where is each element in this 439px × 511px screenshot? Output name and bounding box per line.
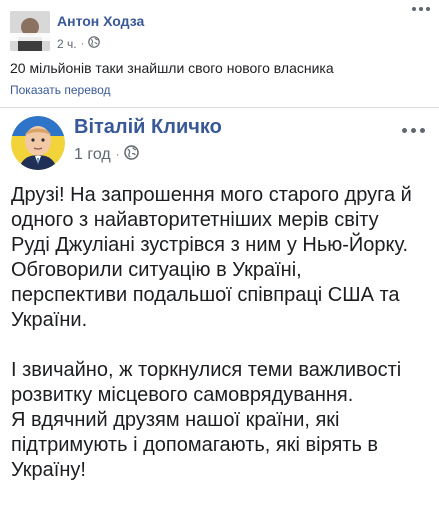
shared-post-text: Друзі! На запрошення мого старого друга … <box>11 183 435 508</box>
post-paragraph: І звичайно, ж торкнулися теми важливості… <box>11 358 435 483</box>
shared-author-avatar-image <box>11 116 65 170</box>
author-avatar[interactable] <box>10 11 50 51</box>
post-header: Антон Ходза 2 ч. · <box>0 0 439 58</box>
text-line: Я вдячний друзям нашої країни, які <box>11 409 340 431</box>
text-line: Друзі! На запрошення мого старого друга … <box>11 184 412 206</box>
post-paragraph: Друзі! На запрошення мого старого друга … <box>11 183 435 333</box>
globe-icon[interactable] <box>88 36 101 51</box>
text-line: України. <box>11 309 88 331</box>
shared-author-avatar[interactable] <box>11 116 65 170</box>
see-translation-link[interactable]: Показать перевод <box>10 83 111 97</box>
text-line: перспективи подальшої співпраці США та <box>11 284 400 306</box>
post-text: 20 мільйонів таки знайшли свого нового в… <box>10 60 334 76</box>
post-meta: 2 ч. · <box>57 36 101 51</box>
shared-author-name[interactable]: Віталій Кличко <box>74 116 222 139</box>
text-line: Україну! <box>11 459 86 481</box>
post-time[interactable]: 2 ч. <box>57 37 77 51</box>
text-line: підтримують і допомагають, які вірять в <box>11 434 379 456</box>
author-name[interactable]: Антон Ходза <box>57 13 144 29</box>
text-line: І звичайно, ж торкнулися теми важливості <box>11 359 402 381</box>
text-line: розвитку місцевого самоврядування. <box>11 384 354 406</box>
text-line: Руді Джуліані зустрівся з ним у Нью-Йорк… <box>11 234 409 256</box>
more-options-icon[interactable] <box>410 2 432 16</box>
shared-post-time[interactable]: 1 год <box>74 146 111 164</box>
text-line: одного з найавторитетніших мерів світу <box>11 209 379 231</box>
meta-separator: · <box>80 37 85 50</box>
shared-meta-separator: · <box>115 149 120 161</box>
globe-icon[interactable] <box>124 145 140 165</box>
author-avatar-image <box>10 11 50 51</box>
shared-post-meta: 1 год · <box>74 145 140 165</box>
shared-post: Віталій Кличко 1 год · Друзі! На запроше… <box>0 107 439 511</box>
facebook-post: Антон Ходза 2 ч. · 20 мільйонів таки зна… <box>0 0 439 511</box>
more-options-icon[interactable] <box>399 123 427 137</box>
text-line: Обговорили ситуацію в Україні, <box>11 259 302 281</box>
